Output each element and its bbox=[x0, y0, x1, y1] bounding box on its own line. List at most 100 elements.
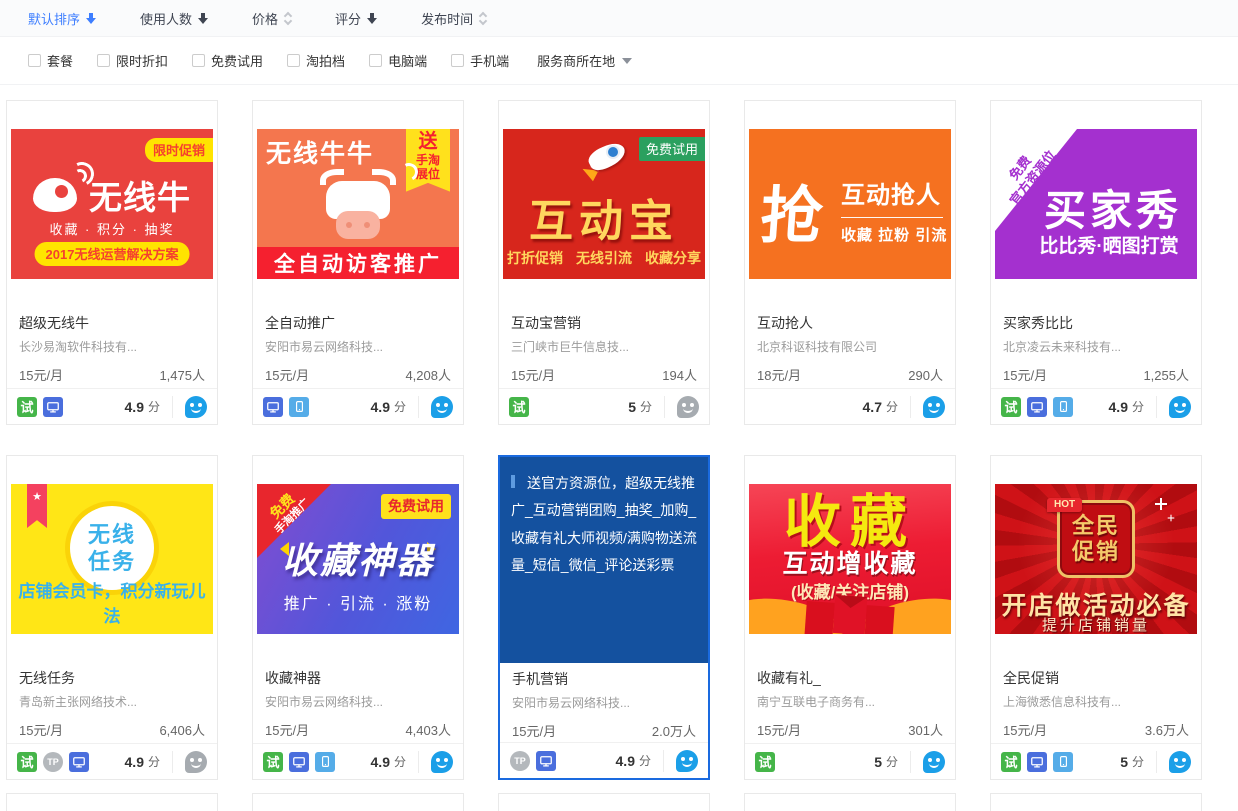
card-footer: 试 5分 bbox=[499, 388, 709, 424]
card-footer: 试 5分 bbox=[745, 743, 955, 779]
next-row-stubs bbox=[6, 793, 1202, 811]
wangwang-icon[interactable] bbox=[185, 751, 207, 773]
provider-location-dropdown[interactable]: 服务商所在地 bbox=[537, 51, 632, 70]
pc-icon bbox=[69, 752, 89, 772]
app-description: 送官方资源位，超级无线推广_互动营销团购_抽奖_加购_收藏有礼大师视频/满购物送… bbox=[511, 475, 697, 573]
wangwang-icon[interactable] bbox=[676, 750, 698, 772]
bookmark-ribbon: ★ bbox=[27, 484, 47, 528]
app-card[interactable]: 免费 官方资源位 买家秀 比比秀·晒图打赏 买家秀比比 北京凌云未来科技有...… bbox=[990, 100, 1202, 425]
trial-badge: 试 bbox=[1001, 397, 1021, 417]
filter-limited-discount[interactable]: 限时折扣 bbox=[97, 51, 168, 70]
sort-item-users[interactable]: 使用人数 bbox=[140, 9, 208, 28]
rating-value: 4.7 bbox=[863, 399, 882, 415]
wangwang-icon[interactable] bbox=[185, 396, 207, 418]
wangwang-icon[interactable] bbox=[923, 751, 945, 773]
wangwang-icon[interactable] bbox=[923, 396, 945, 418]
sort-down-arrow-icon bbox=[86, 13, 96, 24]
card-info: 互动宝营销 三门峡市巨牛信息技... 15元/月194人 bbox=[511, 313, 697, 384]
wangwang-icon[interactable] bbox=[1169, 751, 1191, 773]
app-users: 4,208人 bbox=[405, 365, 451, 384]
rating-value: 4.9 bbox=[1109, 399, 1128, 415]
app-price: 15元/月 bbox=[512, 721, 556, 740]
sort-item-label: 默认排序 bbox=[28, 9, 80, 28]
filter-package[interactable]: 套餐 bbox=[28, 51, 73, 70]
app-title: 全自动推广 bbox=[265, 313, 451, 333]
app-card-selected[interactable]: 送官方资源位，超级无线推广_互动营销团购_抽奖_加购_收藏有礼大师视频/满购物送… bbox=[498, 455, 710, 780]
mobile-icon bbox=[315, 752, 335, 772]
app-title: 买家秀比比 bbox=[1003, 313, 1189, 333]
app-banner: 抢 互动抢人 收藏 拉粉 引流 bbox=[749, 129, 951, 279]
app-users: 4,403人 bbox=[405, 720, 451, 739]
checkbox[interactable] bbox=[287, 54, 300, 67]
service-market-page: 默认排序 使用人数 价格 评分 发布时间 套餐 限时折扣 免费试用 淘拍档 电脑… bbox=[0, 0, 1238, 811]
app-card[interactable]: 免费 手淘推广 免费试用 收藏神器 推广 · 引流 · 涨粉 收藏神器 安阳市易… bbox=[252, 455, 464, 780]
card-footer: 4.9分 bbox=[253, 388, 463, 424]
cow-logo-icon bbox=[312, 169, 404, 243]
app-card[interactable]: 免费试用 互动宝 打折促销 无线引流 收藏分享 互动宝营销 三门峡市巨牛信息技.… bbox=[498, 100, 710, 425]
tp-partner-icon: TP bbox=[43, 752, 63, 772]
wangwang-icon[interactable] bbox=[677, 396, 699, 418]
pc-icon bbox=[289, 752, 309, 772]
filter-pc[interactable]: 电脑端 bbox=[369, 51, 427, 70]
card-footer: 试 5分 bbox=[991, 743, 1201, 779]
app-card[interactable]: 收藏 互动增收藏 (收藏/关注店铺) 收藏有礼_ 南宁互联电子商务有... 15… bbox=[744, 455, 956, 780]
app-card[interactable] bbox=[498, 793, 710, 811]
card-info: 全自动推广 安阳市易云网络科技... 15元/月4,208人 bbox=[265, 313, 451, 384]
app-card[interactable] bbox=[990, 793, 1202, 811]
app-card-grid: 限时促销 无线牛 收藏 · 积分 · 抽奖 2017无线运营解决方案 超级无线牛… bbox=[6, 100, 1202, 780]
card-info: 超级无线牛 长沙易淘软件科技有... 15元/月1,475人 bbox=[19, 313, 205, 384]
app-card[interactable] bbox=[252, 793, 464, 811]
mobile-icon bbox=[1053, 752, 1073, 772]
card-footer: 试 4.9分 bbox=[7, 388, 217, 424]
app-card[interactable] bbox=[6, 793, 218, 811]
app-title: 收藏有礼_ bbox=[757, 668, 943, 688]
app-banner: 免费试用 互动宝 打折促销 无线引流 收藏分享 bbox=[503, 129, 705, 279]
app-company: 长沙易淘软件科技有... bbox=[19, 338, 205, 356]
pc-icon bbox=[1027, 397, 1047, 417]
checkbox[interactable] bbox=[369, 54, 382, 67]
sort-item-rating[interactable]: 评分 bbox=[335, 9, 377, 28]
app-card[interactable]: HOT 全民 促销 开店做活动必备 提升店铺销量 全民促销 上海微悉信息科技有.… bbox=[990, 455, 1202, 780]
card-footer: TP 4.9分 bbox=[500, 742, 708, 778]
wireless-bird-logo-icon bbox=[33, 178, 77, 212]
app-users: 301人 bbox=[908, 720, 943, 739]
app-title: 超级无线牛 bbox=[19, 313, 205, 333]
sort-bar: 默认排序 使用人数 价格 评分 发布时间 bbox=[0, 0, 1238, 37]
app-card[interactable]: 无线牛牛 送 手淘 展位 全自动访客推广 全自动推广 安阳市易云网络科技... … bbox=[252, 100, 464, 425]
wangwang-icon[interactable] bbox=[431, 396, 453, 418]
sort-item-publish-time[interactable]: 发布时间 bbox=[421, 9, 486, 28]
sort-item-label: 发布时间 bbox=[421, 9, 473, 28]
promo-tag: 限时促销 bbox=[145, 138, 213, 162]
app-company: 北京科讴科技有限公司 bbox=[757, 338, 943, 356]
card-footer: 4.7分 bbox=[745, 388, 955, 424]
checkbox[interactable] bbox=[97, 54, 110, 67]
filter-mobile[interactable]: 手机端 bbox=[451, 51, 509, 70]
checkbox[interactable] bbox=[192, 54, 205, 67]
app-title: 互动抢人 bbox=[757, 313, 943, 333]
sort-down-arrow-icon bbox=[367, 13, 377, 24]
app-company: 上海微悉信息科技有... bbox=[1003, 693, 1189, 711]
wangwang-icon[interactable] bbox=[431, 751, 453, 773]
chevron-down-icon bbox=[622, 58, 632, 69]
sort-item-label: 价格 bbox=[252, 9, 278, 28]
sort-item-price[interactable]: 价格 bbox=[252, 9, 291, 28]
checkbox[interactable] bbox=[451, 54, 464, 67]
checkbox[interactable] bbox=[28, 54, 41, 67]
app-price: 15元/月 bbox=[1003, 365, 1047, 384]
filter-tp-partner[interactable]: 淘拍档 bbox=[287, 51, 345, 70]
filter-bar: 套餐 限时折扣 免费试用 淘拍档 电脑端 手机端 服务商所在地 bbox=[0, 37, 1238, 85]
filter-free-trial[interactable]: 免费试用 bbox=[192, 51, 263, 70]
app-banner: HOT 全民 促销 开店做活动必备 提升店铺销量 bbox=[995, 484, 1197, 634]
pc-icon bbox=[43, 397, 63, 417]
app-card[interactable]: ★ 无线 任务 店铺会员卡，积分新玩儿法 无线任务 青岛新主张网络技术... 1… bbox=[6, 455, 218, 780]
app-banner: 无线牛牛 送 手淘 展位 全自动访客推广 bbox=[257, 129, 459, 279]
free-trial-tag: 免费试用 bbox=[381, 494, 451, 519]
card-info: 收藏有礼_ 南宁互联电子商务有... 15元/月301人 bbox=[757, 668, 943, 739]
trial-badge: 试 bbox=[755, 752, 775, 772]
sort-item-default[interactable]: 默认排序 bbox=[28, 9, 96, 28]
app-card[interactable]: 抢 互动抢人 收藏 拉粉 引流 互动抢人 北京科讴科技有限公司 18元/月290… bbox=[744, 100, 956, 425]
wangwang-icon[interactable] bbox=[1169, 396, 1191, 418]
app-card[interactable] bbox=[744, 793, 956, 811]
app-card[interactable]: 限时促销 无线牛 收藏 · 积分 · 抽奖 2017无线运营解决方案 超级无线牛… bbox=[6, 100, 218, 425]
app-price: 15元/月 bbox=[511, 365, 555, 384]
